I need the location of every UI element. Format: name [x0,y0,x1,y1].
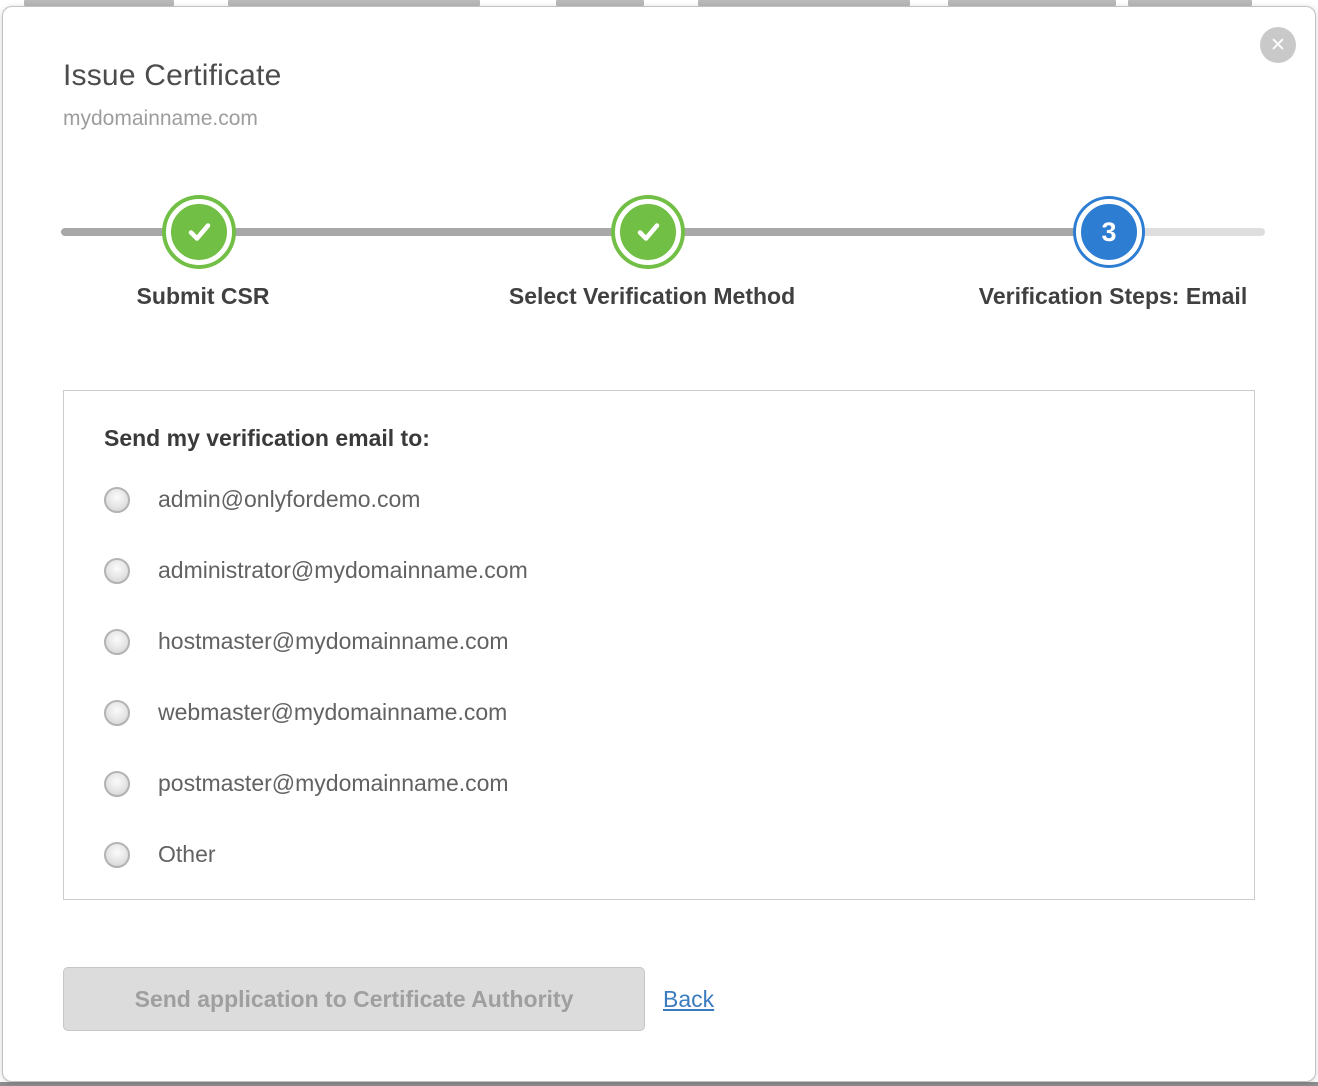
email-option-label[interactable]: Other [158,841,216,868]
send-application-button[interactable]: Send application to Certificate Authorit… [63,967,645,1031]
email-option-row[interactable]: administrator@mydomainname.com [104,557,1214,584]
step-2-label: Select Verification Method [509,283,795,310]
radio-button[interactable] [104,629,130,655]
email-option-label[interactable]: webmaster@mydomainname.com [158,699,507,726]
step-1-label: Submit CSR [137,283,270,310]
back-link[interactable]: Back [663,986,714,1013]
radio-button[interactable] [104,700,130,726]
email-option-row[interactable]: webmaster@mydomainname.com [104,699,1214,726]
email-option-row[interactable]: hostmaster@mydomainname.com [104,628,1214,655]
page-title: Issue Certificate [63,59,1255,93]
email-option-row[interactable]: admin@onlyfordemo.com [104,486,1214,513]
check-icon [632,216,664,248]
step-3-indicator: 3 [1076,199,1142,265]
check-icon [183,216,215,248]
close-icon: ✕ [1270,34,1286,56]
dialog-actions: Send application to Certificate Authorit… [63,967,1255,1031]
email-selection-panel: Send my verification email to: admin@onl… [63,390,1255,900]
issue-certificate-dialog: ✕ Issue Certificate mydomainname.com 3 S [2,6,1316,1082]
email-option-label[interactable]: postmaster@mydomainname.com [158,770,509,797]
step-3-label: Verification Steps: Email [979,283,1247,310]
email-option-label[interactable]: administrator@mydomainname.com [158,557,528,584]
radio-button[interactable] [104,487,130,513]
step-number: 3 [1101,217,1116,248]
step-2-indicator [615,199,681,265]
email-option-label[interactable]: hostmaster@mydomainname.com [158,628,509,655]
radio-button[interactable] [104,842,130,868]
progress-stepper: 3 Submit CSR Select Verification Method … [3,195,1315,325]
dialog-header: Issue Certificate mydomainname.com [3,7,1315,131]
close-button[interactable]: ✕ [1260,27,1296,63]
page-behind-bottom-edge [0,1082,1318,1086]
radio-button[interactable] [104,771,130,797]
step-1-indicator [166,199,232,265]
email-option-row[interactable]: postmaster@mydomainname.com [104,770,1214,797]
radio-button[interactable] [104,558,130,584]
email-option-row[interactable]: Other [104,841,1214,868]
panel-heading: Send my verification email to: [104,425,1214,452]
domain-name: mydomainname.com [63,107,1255,131]
email-option-label[interactable]: admin@onlyfordemo.com [158,486,420,513]
